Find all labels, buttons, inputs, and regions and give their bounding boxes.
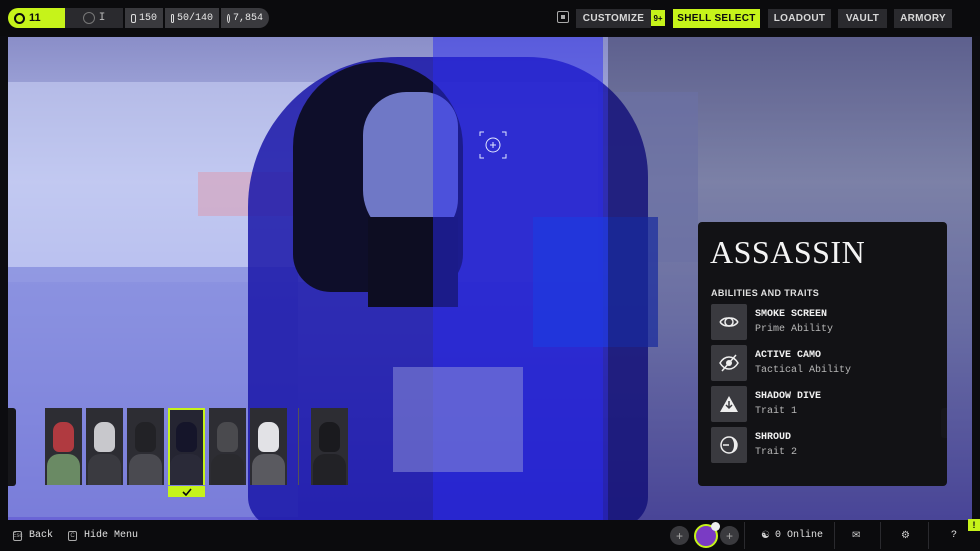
ability-icon-box — [711, 345, 747, 381]
esc-key-icon: Esc — [12, 531, 23, 541]
ability-row[interactable]: SHROUD Trait 2 — [711, 427, 941, 463]
portrait-head — [176, 422, 197, 452]
mail-icon[interactable]: ✉ — [852, 530, 860, 541]
eye-slash-icon — [719, 354, 739, 372]
cube-icon — [131, 13, 136, 23]
smoke-icon — [719, 317, 739, 327]
online-count[interactable]: 0 Online — [775, 530, 823, 541]
currency-value: 150 — [138, 12, 157, 24]
ability-icon-box — [711, 427, 747, 463]
nav-customize[interactable]: CUSTOMIZE — [576, 9, 651, 28]
character-portrait[interactable] — [311, 408, 348, 485]
hide-menu-button[interactable]: Hide Menu — [84, 530, 138, 541]
rank-icon — [82, 12, 95, 24]
checkmark-icon — [181, 487, 192, 496]
rank-value: I — [98, 12, 106, 24]
rank-badge[interactable]: I — [65, 8, 123, 28]
currency-value: 7,854 — [232, 12, 263, 24]
portrait-head — [319, 422, 340, 452]
class-info-panel: ASSASSIN ABILITIES AND TRAITS SMOKE SCRE… — [698, 222, 947, 486]
portrait-body — [129, 454, 162, 485]
ability-icon-box — [711, 386, 747, 422]
ability-row[interactable]: SHADOW DIVE Trait 1 — [711, 386, 941, 422]
ability-type: Trait 1 — [755, 406, 798, 417]
character-portrait[interactable] — [250, 408, 287, 485]
player-level[interactable]: 11 — [8, 8, 65, 28]
strip-divider — [298, 408, 299, 485]
portrait-head — [135, 422, 156, 452]
ability-type: Tactical Ability — [755, 365, 852, 376]
strip-scroll-left[interactable] — [8, 408, 16, 486]
ability-name: SMOKE SCREEN — [755, 309, 828, 320]
strip-scroll-right[interactable] — [941, 408, 947, 438]
level-value: 11 — [29, 12, 41, 24]
crosshair-icon — [479, 131, 507, 159]
separator — [928, 522, 929, 549]
portrait-body — [211, 454, 244, 485]
player-avatar[interactable] — [694, 522, 720, 548]
shroud-icon — [720, 436, 738, 454]
class-name: ASSASSIN — [710, 234, 866, 270]
portrait-body — [88, 454, 121, 485]
status-dot — [711, 522, 720, 531]
storage-icon — [171, 13, 174, 23]
portrait-head — [53, 422, 74, 452]
portrait-body — [313, 454, 346, 485]
currency-cube: 150 — [125, 8, 163, 28]
portrait-head — [94, 422, 115, 452]
portrait-head — [217, 422, 238, 452]
ability-row[interactable]: SMOKE SCREEN Prime Ability — [711, 304, 941, 340]
character-portrait[interactable] — [209, 408, 246, 485]
customize-icon[interactable] — [557, 11, 569, 23]
nav-loadout[interactable]: LOADOUT — [768, 9, 831, 28]
nav-armory[interactable]: ARMORY — [894, 9, 952, 28]
credits-icon — [227, 13, 230, 23]
separator — [744, 522, 745, 549]
ability-type: Prime Ability — [755, 324, 834, 335]
ability-icon-box — [711, 304, 747, 340]
separator — [834, 522, 835, 549]
portrait-head — [258, 422, 279, 452]
ability-name: SHROUD — [755, 432, 792, 443]
alert-badge[interactable]: ! — [968, 519, 980, 531]
nav-vault[interactable]: VAULT — [838, 9, 887, 28]
selected-check — [168, 486, 205, 497]
bottom-bar — [0, 520, 980, 551]
character-portrait[interactable] — [86, 408, 123, 485]
nav-shell-select[interactable]: SHELL SELECT — [673, 9, 760, 28]
ability-type: Trait 2 — [755, 447, 798, 458]
ability-name: ACTIVE CAMO — [755, 350, 822, 361]
glitch-block — [393, 367, 523, 472]
ability-row[interactable]: ACTIVE CAMO Tactical Ability — [711, 345, 941, 381]
portrait-body — [252, 454, 285, 485]
add-friend-left-button[interactable]: + — [670, 526, 689, 545]
add-friend-right-button[interactable]: + — [720, 526, 739, 545]
friends-icon: ☯ — [761, 530, 770, 541]
settings-icon[interactable]: ⚙ — [901, 530, 910, 541]
character-portrait[interactable] — [127, 408, 164, 485]
portrait-body — [47, 454, 80, 485]
back-button[interactable]: Back — [29, 530, 53, 541]
help-button[interactable]: ? — [951, 530, 957, 541]
level-ring-icon — [14, 12, 25, 24]
separator — [880, 522, 881, 549]
portrait-body — [170, 454, 203, 485]
character-portrait[interactable] — [45, 408, 82, 485]
abilities-heading: ABILITIES AND TRAITS — [711, 288, 820, 298]
character-portrait-selected[interactable] — [168, 408, 205, 485]
customize-badge: 9+ — [651, 10, 665, 26]
dive-icon — [720, 396, 738, 412]
ability-name: SHADOW DIVE — [755, 391, 822, 402]
currency-value: 50/140 — [176, 12, 213, 24]
currency-credits: 7,854 — [221, 8, 269, 28]
currency-storage: 50/140 — [165, 8, 219, 28]
c-key-icon: C — [68, 531, 77, 541]
